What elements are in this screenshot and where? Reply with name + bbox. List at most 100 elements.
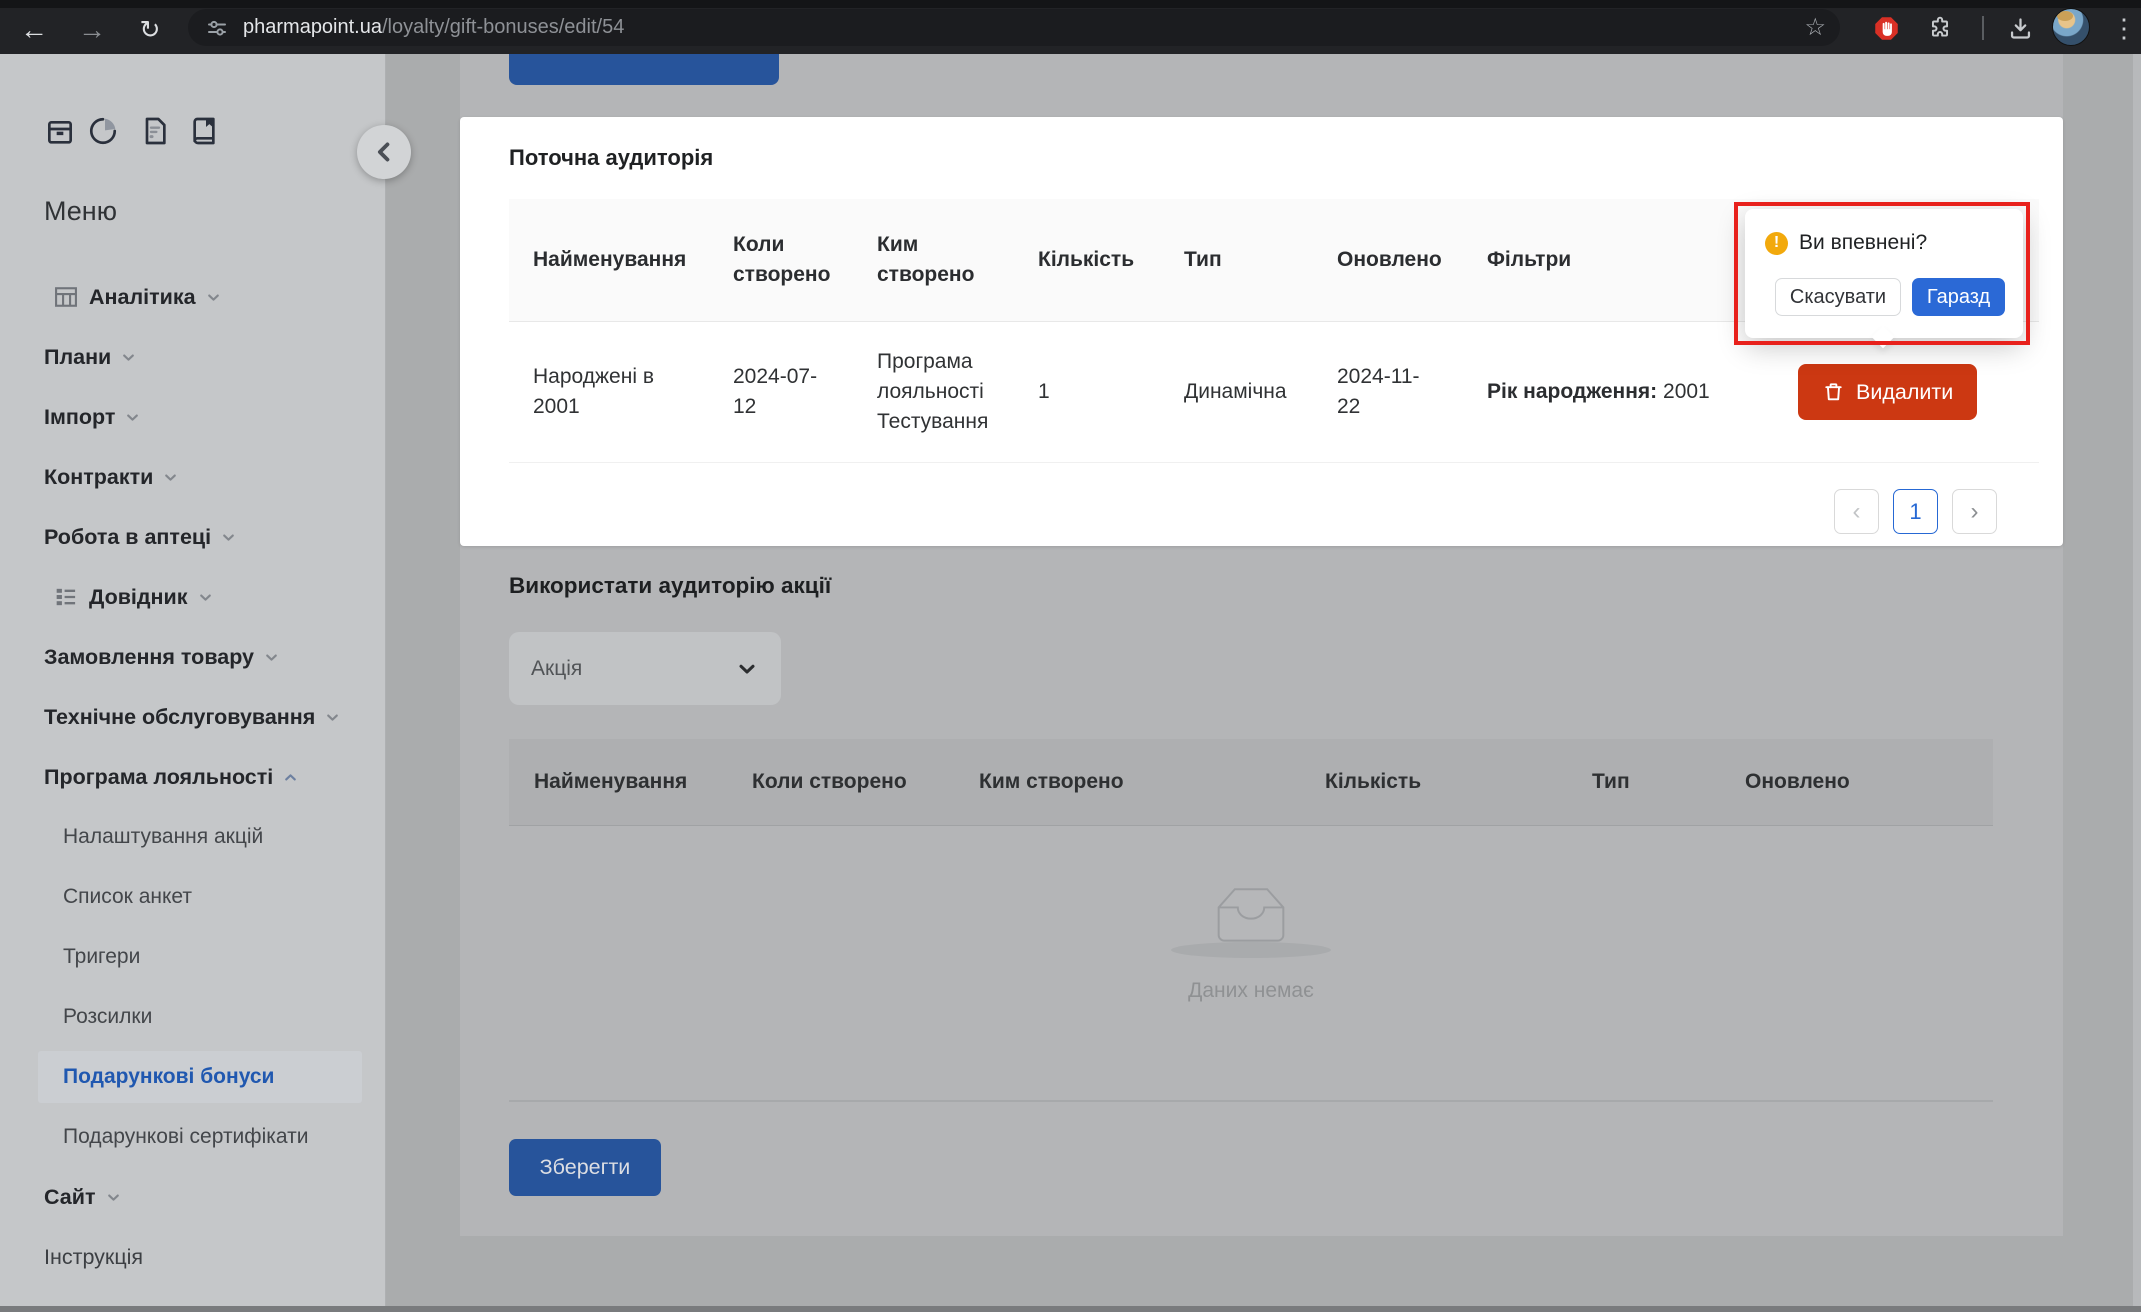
- extensions-icon[interactable]: [1920, 8, 1960, 48]
- sidebar-item-label: Тригери: [63, 945, 140, 969]
- back-icon[interactable]: ←: [14, 10, 54, 50]
- exclamation-mark: !: [1774, 234, 1779, 252]
- list-icon: [52, 583, 80, 611]
- sidebar-item-gift-certificates[interactable]: Подарункові сертифікати: [0, 1107, 386, 1167]
- promo-select[interactable]: Акція: [509, 632, 781, 705]
- sidebar-item-label: Плани: [44, 345, 111, 370]
- page-number: 1: [1909, 499, 1921, 525]
- confirm-popover: ! Ви впевнені? Скасувати Гаразд: [1745, 209, 2023, 338]
- sidebar-item-mailings[interactable]: Розсилки: [0, 987, 386, 1047]
- table-row: Народжені в 2001 2024-07-12 Програма лоя…: [509, 322, 2039, 463]
- pie-chart-icon[interactable]: [87, 114, 119, 148]
- sidebar-item-contracts[interactable]: Контракти: [0, 447, 386, 507]
- toolbar-separator: [1982, 16, 1984, 40]
- url-host: pharmapoint.ua: [243, 16, 382, 38]
- downloads-icon[interactable]: [2000, 8, 2040, 48]
- column-header-type: Тип: [1160, 199, 1313, 322]
- chevron-right-icon: ›: [1971, 498, 1979, 526]
- chevron-down-icon: [221, 530, 236, 545]
- sidebar-item-label: Довідник: [89, 585, 188, 610]
- sidebar-item-label: Контракти: [44, 465, 153, 490]
- reload-icon[interactable]: ↻: [130, 10, 170, 50]
- chevron-left-icon: ‹: [1853, 498, 1861, 526]
- browser-toolbar: ← → ↻ pharmapoint.ua/loyalty/gift-bonuse…: [0, 0, 2141, 54]
- browser-window: ← → ↻ pharmapoint.ua/loyalty/gift-bonuse…: [0, 0, 2141, 1312]
- sidebar-item-plans[interactable]: Плани: [0, 327, 386, 387]
- column-header-created: Коли створено: [727, 770, 954, 794]
- sidebar-item-label: Технічне обслуговування: [44, 705, 315, 730]
- confirm-message: Ви впевнені?: [1799, 231, 1927, 255]
- sidebar-item-label: Розсилки: [63, 1005, 152, 1029]
- archive-box-icon[interactable]: [44, 114, 76, 148]
- cell-actions: Видалити: [1773, 322, 2039, 463]
- site-settings-icon[interactable]: [205, 16, 229, 40]
- cell-created: 2024-07-12: [709, 322, 853, 463]
- filter-value: 2001: [1663, 380, 1710, 403]
- table-grid-icon: [52, 283, 80, 311]
- next-page-button[interactable]: ›: [1952, 489, 1997, 534]
- sidebar-item-pharmacy-work[interactable]: Робота в аптеці: [0, 507, 386, 567]
- url-text: pharmapoint.ua/loyalty/gift-bonuses/edit…: [243, 16, 624, 39]
- file-text-icon[interactable]: [139, 114, 171, 148]
- bookmark-star-icon[interactable]: ☆: [1804, 13, 1826, 42]
- cancel-button[interactable]: Скасувати: [1775, 278, 1901, 316]
- sidebar-item-triggers[interactable]: Тригери: [0, 927, 386, 987]
- empty-inbox-icon: [1206, 886, 1296, 946]
- prev-page-button[interactable]: ‹: [1834, 489, 1879, 534]
- column-header-filters: Фільтри: [1463, 199, 1773, 322]
- column-header-updated: Оновлено: [1720, 770, 1993, 794]
- chevron-down-icon: [125, 410, 140, 425]
- column-header-updated: Оновлено: [1313, 199, 1463, 322]
- cell-created-by: Програма лояльності Тестування: [853, 322, 1014, 463]
- sidebar-item-instruction[interactable]: Інструкція: [0, 1227, 386, 1287]
- address-bar[interactable]: pharmapoint.ua/loyalty/gift-bonuses/edit…: [188, 9, 1840, 46]
- trash-icon: [1822, 380, 1845, 404]
- save-button[interactable]: Зберегти: [509, 1139, 661, 1196]
- cell-name: Народжені в 2001: [509, 322, 709, 463]
- sidebar-item-product-orders[interactable]: Замовлення товару: [0, 627, 386, 687]
- sidebar-item-gift-bonuses[interactable]: Подарункові бонуси: [0, 1047, 386, 1107]
- sidebar-item-label: Налаштування акцій: [63, 825, 263, 849]
- profile-avatar[interactable]: [2052, 8, 2090, 46]
- ok-button[interactable]: Гаразд: [1912, 278, 2005, 316]
- book-icon[interactable]: [188, 114, 220, 148]
- cell-filters: Рік народження: 2001: [1463, 322, 1773, 463]
- chevron-down-icon: [198, 590, 213, 605]
- sidebar-item-directory[interactable]: Довідник: [0, 567, 386, 627]
- sidebar-item-site[interactable]: Сайт: [0, 1167, 386, 1227]
- filter-label: Рік народження:: [1487, 380, 1657, 403]
- cell-type: Динамічна: [1160, 322, 1313, 463]
- clipped-top-button[interactable]: [509, 54, 779, 85]
- horizontal-scrollbar[interactable]: [0, 1306, 2141, 1312]
- sidebar-item-import[interactable]: Імпорт: [0, 387, 386, 447]
- sidebar-item-label: Імпорт: [44, 405, 115, 430]
- sidebar-item-loyalty-program[interactable]: Програма лояльності: [0, 747, 386, 807]
- sidebar-item-label: Подарункові бонуси: [63, 1065, 274, 1089]
- page-1-button[interactable]: 1: [1893, 489, 1938, 534]
- sidebar-collapse-button[interactable]: [357, 125, 411, 179]
- column-header-count: Кількість: [1300, 770, 1567, 794]
- delete-button[interactable]: Видалити: [1798, 364, 1977, 420]
- column-header-created-by: Ким створено: [954, 770, 1300, 794]
- sidebar-item-promo-settings[interactable]: Налаштування акцій: [0, 807, 386, 867]
- browser-menu-icon[interactable]: ⋮: [2104, 8, 2141, 48]
- table-bottom-divider: [509, 1100, 1993, 1102]
- chevron-down-icon: [163, 470, 178, 485]
- column-header-created-by: Ким створено: [853, 199, 1014, 322]
- sidebar-item-label: Список анкет: [63, 885, 192, 909]
- chevron-down-icon: [106, 1190, 121, 1205]
- vertical-scrollbar[interactable]: [2133, 54, 2141, 1306]
- column-header-type: Тип: [1567, 770, 1720, 794]
- chevron-left-icon: [375, 141, 393, 163]
- sidebar-item-questionnaires[interactable]: Список анкет: [0, 867, 386, 927]
- forward-icon[interactable]: →: [72, 10, 112, 50]
- sidebar-item-analytics[interactable]: Аналітика: [0, 267, 386, 327]
- sidebar-item-label: Подарункові сертифікати: [63, 1125, 308, 1149]
- sidebar-item-maintenance[interactable]: Технічне обслуговування: [0, 687, 386, 747]
- adblock-extension-icon[interactable]: [1866, 8, 1906, 48]
- empty-state: Даних немає: [1101, 886, 1401, 1003]
- sidebar-item-label: Інструкція: [44, 1245, 143, 1270]
- cell-count: 1: [1014, 322, 1160, 463]
- chevron-up-icon: [283, 770, 298, 785]
- sidebar-item-label: Робота в аптеці: [44, 525, 211, 550]
